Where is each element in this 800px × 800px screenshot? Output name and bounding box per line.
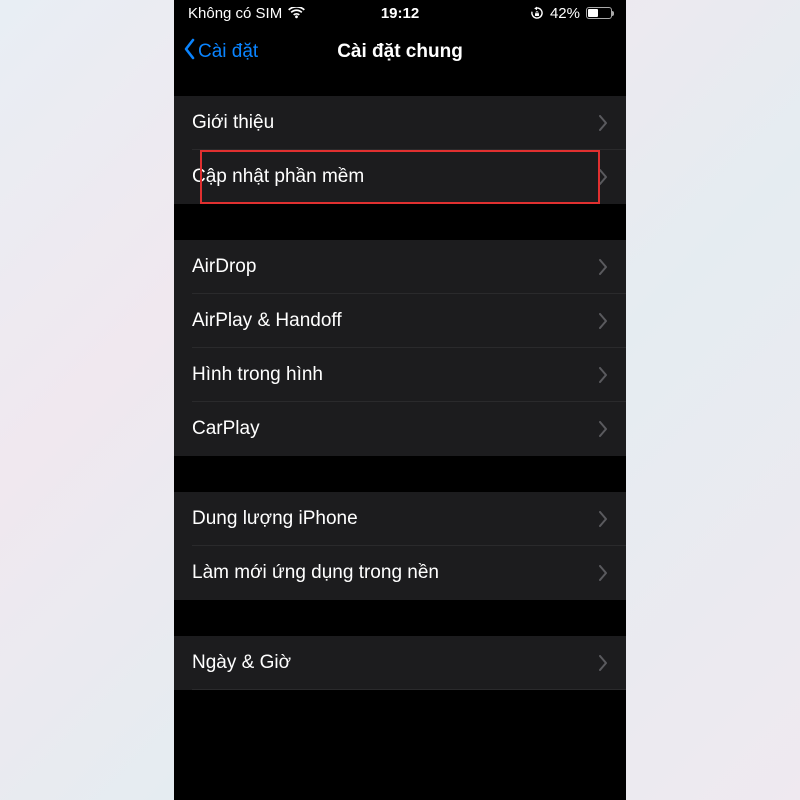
clock: 19:12 <box>381 5 419 22</box>
chevron-right-icon <box>599 565 608 581</box>
wifi-icon <box>288 7 305 19</box>
chevron-right-icon <box>599 313 608 329</box>
page-title: Cài đặt chung <box>337 41 463 63</box>
battery-icon <box>586 7 612 19</box>
chevron-right-icon <box>599 511 608 527</box>
highlight-wrapper: Cập nhật phần mềm <box>174 150 626 204</box>
row-label: Cập nhật phần mềm <box>192 166 364 188</box>
row-carplay[interactable]: CarPlay <box>174 402 626 456</box>
group-gap <box>174 600 626 636</box>
row-label: Ngày & Giờ <box>192 652 291 674</box>
back-button[interactable]: Cài đặt <box>182 38 258 66</box>
row-airplay-handoff[interactable]: AirPlay & Handoff <box>174 294 626 348</box>
chevron-right-icon <box>599 259 608 275</box>
row-picture-in-picture[interactable]: Hình trong hình <box>174 348 626 402</box>
chevron-right-icon <box>599 655 608 671</box>
status-left: Không có SIM <box>188 5 305 22</box>
chevron-right-icon <box>599 421 608 437</box>
battery-percent: 42% <box>550 5 580 22</box>
row-label: AirPlay & Handoff <box>192 310 342 332</box>
row-label: Làm mới ứng dụng trong nền <box>192 562 439 584</box>
row-label: Hình trong hình <box>192 364 323 386</box>
settings-list[interactable]: Giới thiệu Cập nhật phần mềm AirDrop Air… <box>174 78 626 800</box>
back-label: Cài đặt <box>198 41 258 63</box>
row-label: Dung lượng iPhone <box>192 508 358 530</box>
carrier-label: Không có SIM <box>188 5 282 22</box>
row-label: CarPlay <box>192 418 260 440</box>
row-label: Giới thiệu <box>192 112 274 134</box>
nav-bar: Cài đặt Cài đặt chung <box>174 26 626 78</box>
row-about[interactable]: Giới thiệu <box>174 96 626 150</box>
chevron-right-icon <box>599 169 608 185</box>
group-gap <box>174 204 626 240</box>
row-background-app-refresh[interactable]: Làm mới ứng dụng trong nền <box>174 546 626 600</box>
status-bar: Không có SIM 19:12 42% <box>174 0 626 26</box>
status-right: 42% <box>530 5 612 22</box>
group-gap <box>174 78 626 96</box>
group-gap <box>174 456 626 492</box>
row-label: AirDrop <box>192 256 256 278</box>
chevron-left-icon <box>182 38 196 66</box>
orientation-lock-icon <box>530 6 544 20</box>
row-date-time[interactable]: Ngày & Giờ <box>174 636 626 690</box>
phone-frame: Không có SIM 19:12 42% Cài đặt Cài đặt c… <box>174 0 626 800</box>
chevron-right-icon <box>599 115 608 131</box>
chevron-right-icon <box>599 367 608 383</box>
row-airdrop[interactable]: AirDrop <box>174 240 626 294</box>
row-software-update[interactable]: Cập nhật phần mềm <box>174 150 626 204</box>
row-iphone-storage[interactable]: Dung lượng iPhone <box>174 492 626 546</box>
